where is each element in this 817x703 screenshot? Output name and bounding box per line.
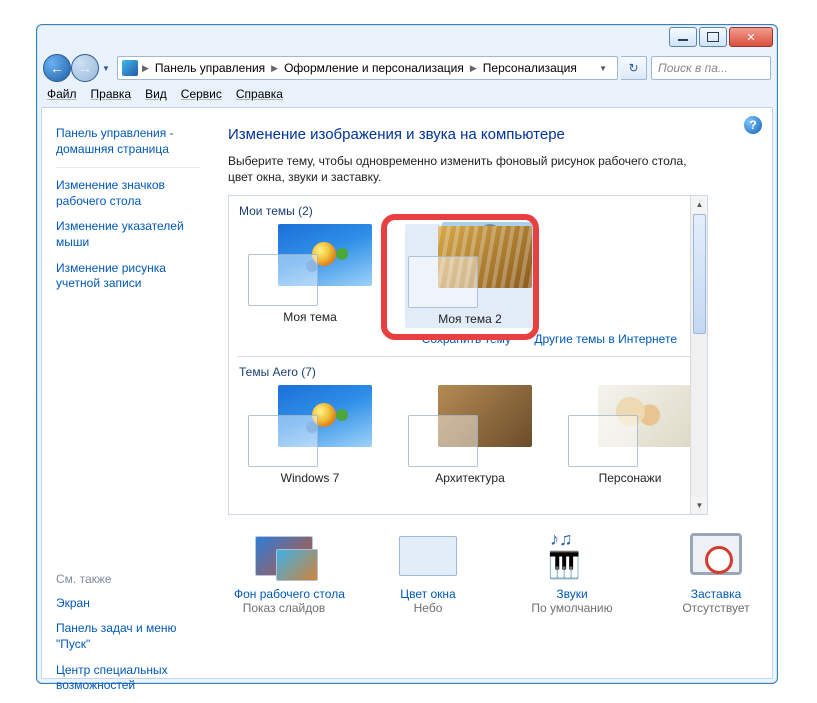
navbar: ← → ▼ ▶ Панель управления ▶ Оформление и…	[43, 53, 771, 83]
sidebar: Панель управления - домашняя страница Из…	[42, 108, 210, 678]
theme-my-2[interactable]: Моя тема 2	[405, 224, 535, 328]
sounds-title[interactable]: Звуки	[522, 587, 622, 601]
refresh-button[interactable]: ↻	[621, 56, 647, 80]
theme-aero-windows7[interactable]: Windows 7	[245, 385, 375, 485]
scroll-down-button[interactable]: ▼	[691, 497, 708, 514]
theme-aero-characters[interactable]: Персонажи	[565, 385, 695, 485]
theme-my-1[interactable]: Моя тема	[245, 224, 375, 328]
theme-aero-architecture[interactable]: Архитектура	[405, 385, 535, 485]
menu-file[interactable]: Файл	[47, 87, 77, 101]
nav-history-dropdown[interactable]: ▼	[99, 54, 113, 82]
chevron-right-icon: ▶	[269, 63, 280, 74]
minimize-button[interactable]	[669, 27, 697, 47]
divider	[237, 356, 699, 357]
screensaver-value: Отсутствует	[666, 601, 766, 615]
control-panel-icon	[122, 60, 138, 76]
theme-label: Архитектура	[405, 471, 535, 485]
page-description: Выберите тему, чтобы одновременно измени…	[228, 153, 698, 185]
page-title: Изменение изображения и звука на компьют…	[228, 126, 766, 143]
window-color-icon	[399, 536, 457, 576]
vertical-scrollbar[interactable]: ▲ ▼	[690, 196, 707, 514]
titlebar[interactable]	[37, 25, 777, 53]
window-color-title[interactable]: Цвет окна	[378, 587, 478, 601]
content-area: ? Изменение изображения и звука на компь…	[210, 108, 772, 678]
theme-row: Windows 7 Архитектура Персонажи	[237, 385, 699, 485]
see-also-accessibility[interactable]: Центр специальных возможностей	[56, 663, 200, 694]
forward-button[interactable]: →	[71, 54, 99, 82]
bottom-options-row: Фон рабочего стола Показ слайдов Цвет ок…	[228, 515, 766, 615]
chevron-right-icon: ▶	[468, 63, 479, 74]
screensaver-title[interactable]: Заставка	[666, 587, 766, 601]
address-bar[interactable]: ▶ Панель управления ▶ Оформление и персо…	[117, 56, 618, 80]
wallpaper-value: Показ слайдов	[234, 601, 334, 615]
window-color-option[interactable]: Цвет окна Небо	[378, 533, 478, 615]
search-input[interactable]: Поиск в па...	[651, 56, 771, 80]
see-also-display[interactable]: Экран	[56, 596, 200, 612]
group-aero-label: Темы Aero (7)	[239, 365, 699, 379]
online-themes-link[interactable]: Другие темы в Интернете	[534, 332, 677, 346]
breadcrumb-root[interactable]: Панель управления	[151, 61, 269, 75]
see-also-header: См. также	[56, 572, 200, 586]
sounds-option[interactable]: Звуки По умолчанию	[522, 533, 622, 615]
window-frame: ← → ▼ ▶ Панель управления ▶ Оформление и…	[36, 24, 778, 684]
save-theme-link[interactable]: Сохранить тему	[422, 332, 511, 346]
themes-scroll-panel: Мои темы (2) Моя тема Моя	[228, 195, 708, 515]
caption-buttons	[667, 27, 773, 47]
see-also-taskbar[interactable]: Панель задач и меню "Пуск"	[56, 621, 200, 652]
sidebar-link-mouse-pointers[interactable]: Изменение указателей мыши	[56, 219, 200, 250]
close-button[interactable]	[729, 27, 773, 47]
sounds-icon	[540, 533, 604, 581]
breadcrumb-leaf[interactable]: Персонализация	[479, 61, 581, 75]
theme-row: Моя тема Моя тема 2	[237, 224, 699, 328]
chevron-right-icon: ▶	[140, 63, 151, 74]
sidebar-link-account-picture[interactable]: Изменение рисунка учетной записи	[56, 261, 200, 292]
help-icon[interactable]: ?	[744, 116, 762, 134]
group-my-themes-label: Мои темы (2)	[239, 204, 699, 218]
breadcrumb-mid[interactable]: Оформление и персонализация	[280, 61, 468, 75]
scroll-thumb[interactable]	[693, 214, 706, 334]
menu-service[interactable]: Сервис	[181, 87, 222, 101]
wallpaper-icon	[255, 536, 313, 576]
nav-arrows: ← → ▼	[43, 54, 113, 82]
theme-label: Моя тема	[245, 310, 375, 324]
divider	[56, 167, 200, 168]
wallpaper-title[interactable]: Фон рабочего стола	[234, 587, 334, 601]
menu-edit[interactable]: Правка	[91, 87, 132, 101]
sounds-value: По умолчанию	[522, 601, 622, 615]
my-themes-links: Сохранить тему Другие темы в Интернете	[237, 328, 699, 352]
screensaver-icon	[690, 533, 742, 575]
sidebar-link-desktop-icons[interactable]: Изменение значков рабочего стола	[56, 178, 200, 209]
theme-label: Моя тема 2	[407, 312, 533, 326]
wallpaper-option[interactable]: Фон рабочего стола Показ слайдов	[234, 533, 334, 615]
theme-label: Персонажи	[565, 471, 695, 485]
menubar: Файл Правка Вид Сервис Справка	[37, 83, 777, 105]
scroll-up-button[interactable]: ▲	[691, 196, 708, 213]
maximize-button[interactable]	[699, 27, 727, 47]
back-button[interactable]: ←	[43, 54, 71, 82]
screensaver-option[interactable]: Заставка Отсутствует	[666, 533, 766, 615]
theme-label: Windows 7	[245, 471, 375, 485]
client-area: Панель управления - домашняя страница Из…	[41, 107, 773, 679]
sidebar-home-link[interactable]: Панель управления - домашняя страница	[56, 126, 200, 157]
window-color-value: Небо	[378, 601, 478, 615]
menu-view[interactable]: Вид	[145, 87, 167, 101]
menu-help[interactable]: Справка	[236, 87, 283, 101]
address-dropdown[interactable]: ▼	[593, 64, 613, 73]
